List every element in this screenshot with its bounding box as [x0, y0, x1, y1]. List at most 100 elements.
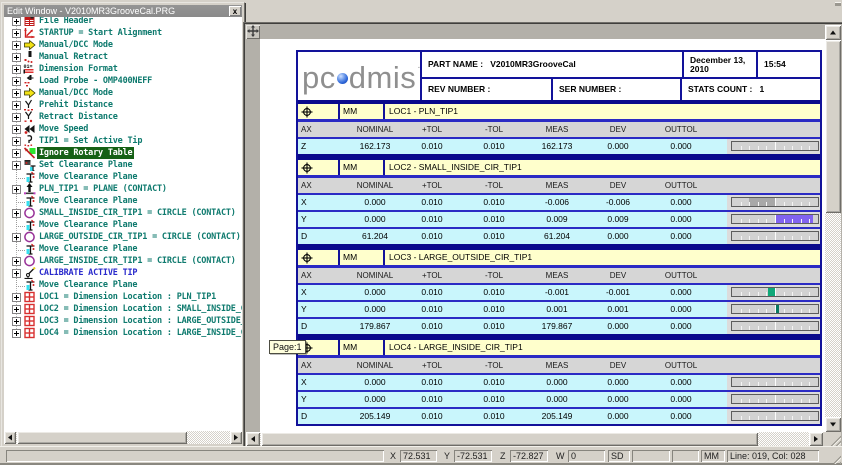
tree-item-label: Ignore Rotary Table: [37, 147, 134, 159]
tree-item-label: Load Probe - OMP400NEFF: [39, 75, 152, 87]
z-value-panel: -72.827: [510, 450, 548, 462]
report-hscrollbar[interactable]: [246, 432, 823, 446]
expand-plus-icon[interactable]: [12, 101, 21, 110]
tree-item-label: Prehit Distance: [39, 99, 113, 111]
tree-item[interactable]: Ignore Rotary Table: [4, 147, 242, 159]
dimension-icon-cell: [298, 250, 340, 265]
deviation-bargraph: [731, 394, 819, 404]
tree-item[interactable]: SMALL_INSIDE_CIR_TIP1 = CIRCLE (CONTACT): [4, 207, 242, 219]
expand-plus-icon[interactable]: [12, 41, 21, 50]
scroll-right-button[interactable]: [809, 432, 823, 446]
resize-grip[interactable]: [827, 451, 841, 464]
dimension-title: LOC2 - SMALL_INSIDE_CIR_TIP1: [385, 160, 820, 175]
tree-item-label: Manual Retract: [39, 51, 108, 63]
clearplane-icon: [23, 195, 37, 207]
dim-loc-icon: [23, 291, 37, 303]
file-header-icon: [23, 17, 37, 27]
expand-plus-icon[interactable]: [12, 257, 21, 266]
tree-item[interactable]: LOC3 = Dimension Location : LARGE_OUTSID…: [4, 315, 242, 327]
tree-item[interactable]: Move Clearance Plane: [4, 195, 242, 207]
scroll-thumb[interactable]: [261, 432, 758, 446]
measurement-row: Y0.0000.0100.0100.0010.0010.000: [298, 302, 820, 319]
units-cell: MM: [340, 340, 385, 355]
report-pane: pcdmis· PART NAME : V2010MR3GrooveCal De…: [243, 22, 842, 448]
deviation-bargraph: [731, 287, 819, 297]
expand-plus-icon[interactable]: [12, 149, 21, 158]
scroll-right-button[interactable]: [230, 431, 242, 444]
tree-item[interactable]: LOC4 = Dimension Location : LARGE_INSIDE…: [4, 327, 242, 339]
tree-item[interactable]: Move Clearance Plane: [4, 243, 242, 255]
deviation-bargraph: [731, 304, 819, 314]
expand-plus-icon[interactable]: [12, 29, 21, 38]
expand-plus-icon[interactable]: [12, 305, 21, 314]
expand-plus-icon[interactable]: [12, 293, 21, 302]
report-vscrollbar[interactable]: [825, 25, 841, 432]
expand-plus-icon[interactable]: [12, 137, 21, 146]
report-header: pcdmis· PART NAME : V2010MR3GrooveCal De…: [298, 52, 820, 104]
tree-item[interactable]: TIP1 = Set Active Tip: [4, 135, 242, 147]
time-cell: 15:54: [758, 52, 820, 77]
close-button[interactable]: x: [229, 6, 241, 16]
expand-plus-icon[interactable]: [12, 53, 21, 62]
tree-item-label: SMALL_INSIDE_CIR_TIP1 = CIRCLE (CONTACT): [39, 207, 236, 219]
expand-plus-icon[interactable]: [12, 65, 21, 74]
tree-item[interactable]: Load Probe - OMP400NEFF: [4, 75, 242, 87]
tree-item[interactable]: Move Clearance Plane: [4, 171, 242, 183]
measurement-row: X0.0000.0100.010-0.001-0.0010.000: [298, 285, 820, 302]
expand-plus-icon[interactable]: [12, 317, 21, 326]
tree-item[interactable]: Manual/DCC Mode: [4, 39, 242, 51]
scroll-thumb[interactable]: [825, 40, 841, 213]
edit-window-hscrollbar[interactable]: [4, 431, 242, 444]
expand-plus-icon[interactable]: [12, 17, 21, 26]
tree-item[interactable]: Manual Retract: [4, 51, 242, 63]
tree-item-label: LARGE_INSIDE_CIR_TIP1 = CIRCLE (CONTACT): [39, 255, 236, 267]
scroll-left-button[interactable]: [4, 431, 16, 444]
expand-plus-icon[interactable]: [12, 113, 21, 122]
tree-item[interactable]: STARTUP = Start Alignment: [4, 27, 242, 39]
clearplane-icon: [23, 279, 37, 291]
tree-item-label: File Header: [39, 17, 93, 27]
tree-item[interactable]: CALIBRATE ACTIVE TIP: [4, 267, 242, 279]
dimension-icon-cell: [298, 104, 340, 119]
deviation-fill: [775, 215, 813, 223]
pan-button[interactable]: [246, 25, 260, 39]
logo-ball-icon: [337, 73, 348, 84]
tree-item-label: Retract Distance: [39, 111, 118, 123]
tree-item[interactable]: Manual/DCC Mode: [4, 87, 242, 99]
right-arrow-icon: [809, 432, 823, 446]
scroll-thumb[interactable]: [17, 431, 187, 444]
line-col-panel: Line: 019, Col: 028: [727, 450, 819, 462]
tree-item[interactable]: File Header: [4, 17, 242, 27]
status-bar: X72.531Y-72.531Z-72.827W0SDMMLine: 019, …: [0, 446, 842, 465]
tree-item[interactable]: Set Clearance Plane: [4, 159, 242, 171]
expand-plus-icon[interactable]: [12, 329, 21, 338]
tree-item[interactable]: Retract Distance: [4, 111, 242, 123]
move-speed-icon: [23, 123, 37, 135]
expand-plus-icon[interactable]: [12, 125, 21, 134]
tree-item[interactable]: LOC2 = Dimension Location : SMALL_INSIDE…: [4, 303, 242, 315]
measurement-row: D179.8670.0100.010179.8670.0000.000: [298, 319, 820, 334]
circle-icon: [23, 207, 37, 219]
tree-item[interactable]: Move Clearance Plane: [4, 279, 242, 291]
tree-item[interactable]: Move Clearance Plane: [4, 219, 242, 231]
move-icon: [247, 25, 259, 37]
expand-plus-icon[interactable]: [12, 77, 21, 86]
tree-item[interactable]: 01=Dimension Format: [4, 63, 242, 75]
tree-item-label: LARGE_OUTSIDE_CIR_TIP1 = CIRCLE (CONTACT…: [39, 231, 241, 243]
tree-item-label: LOC1 = Dimension Location : PLN_TIP1: [39, 291, 216, 303]
scroll-down-button[interactable]: [825, 417, 841, 432]
tree-item[interactable]: LARGE_OUTSIDE_CIR_TIP1 = CIRCLE (CONTACT…: [4, 231, 242, 243]
spare-panel-1: [632, 450, 670, 462]
dimension-title: LOC4 - LARGE_INSIDE_CIR_TIP1: [385, 340, 820, 355]
tree-item[interactable]: LARGE_INSIDE_CIR_TIP1 = CIRCLE (CONTACT): [4, 255, 242, 267]
scroll-left-button[interactable]: [246, 432, 260, 446]
w-axis-label: W: [556, 450, 565, 462]
tree-item[interactable]: PLN_TIP1 = PLANE (CONTACT): [4, 183, 242, 195]
edit-window-titlebar[interactable]: Edit Window - V2010MR3GrooveCal.PRG x: [4, 5, 242, 17]
expand-plus-icon[interactable]: [12, 89, 21, 98]
tree-item[interactable]: LOC1 = Dimension Location : PLN_TIP1: [4, 291, 242, 303]
tree-item[interactable]: Prehit Distance: [4, 99, 242, 111]
tree-item[interactable]: Move Speed: [4, 123, 242, 135]
scroll-up-button[interactable]: [825, 25, 841, 40]
dimension-icon-cell: [298, 160, 340, 175]
